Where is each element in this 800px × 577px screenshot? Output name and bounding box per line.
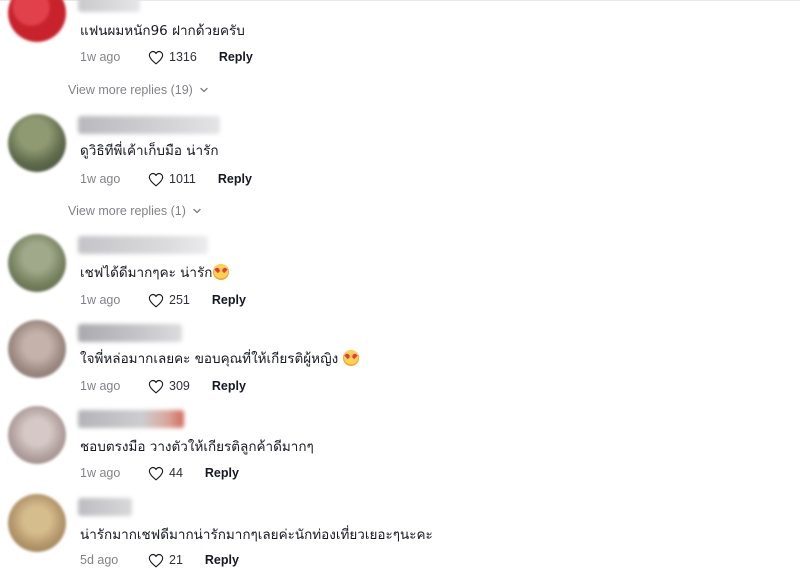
comment-meta: 5d ago 21 Reply bbox=[80, 551, 239, 569]
comment-text: แฟนผมหนัก96 ฝากด้วยครับ bbox=[80, 23, 245, 39]
comment-text: ใจพี่หล่อมากเลยคะ ขอบคุณที่ให้เกียรติผู้… bbox=[80, 350, 360, 368]
like-count: 1316 bbox=[169, 50, 197, 64]
comment-text: ดูวิธิทีพี่เค้าเก็บมือ น่ารัก bbox=[80, 143, 219, 159]
avatar[interactable] bbox=[8, 234, 66, 292]
reply-button[interactable]: Reply bbox=[212, 293, 246, 307]
smiling-face-with-hearts-emoji bbox=[213, 264, 230, 280]
username-blurred[interactable] bbox=[78, 116, 220, 134]
comment-item: ใจพี่หล่อมากเลยคะ ขอบคุณที่ให้เกียรติผู้… bbox=[0, 320, 800, 400]
comment-meta: 1w ago 309 Reply bbox=[80, 377, 246, 395]
avatar[interactable] bbox=[8, 406, 66, 464]
like-count: 21 bbox=[169, 553, 183, 567]
chevron-down-icon bbox=[193, 208, 201, 214]
comment-text: น่ารักมากเชฟดีมากน่ารักมากๆเลยค่ะนักท่อง… bbox=[80, 527, 433, 543]
comment-text: ชอบตรงมือ วางตัวให้เกียรติลูกค้าดีมากๆ bbox=[80, 439, 314, 455]
like-button[interactable]: 44 bbox=[148, 466, 183, 481]
comment-item: ชอบตรงมือ วางตัวให้เกียรติลูกค้าดีมากๆ 1… bbox=[0, 406, 800, 488]
username-blurred[interactable] bbox=[78, 498, 132, 516]
comment-meta: 1w ago 44 Reply bbox=[80, 464, 239, 482]
reply-button[interactable]: Reply bbox=[205, 466, 239, 480]
comment-time: 1w ago bbox=[80, 50, 121, 64]
heart-outline-icon bbox=[148, 293, 164, 307]
comment-meta: 1w ago 1316 Reply bbox=[80, 48, 253, 66]
like-button[interactable]: 21 bbox=[148, 553, 183, 568]
like-count: 251 bbox=[169, 293, 190, 307]
comment-time: 5d ago bbox=[80, 553, 119, 567]
like-button[interactable]: 1316 bbox=[148, 50, 197, 65]
comment-time: 1w ago bbox=[80, 172, 121, 186]
avatar[interactable] bbox=[8, 114, 66, 172]
username-blurred[interactable] bbox=[78, 0, 140, 12]
comment-text-body: ใจพี่หล่อมากเลยคะ ขอบคุณที่ให้เกียรติผู้… bbox=[80, 351, 339, 367]
view-more-replies-button[interactable]: View more replies (1) bbox=[68, 204, 202, 218]
chevron-down-icon bbox=[200, 87, 208, 93]
avatar[interactable] bbox=[8, 320, 66, 378]
heart-outline-icon bbox=[148, 553, 164, 567]
comment-time: 1w ago bbox=[80, 466, 121, 480]
comment-item: เชฟได้ดีมากๆคะ น่ารัก 1w ago 251 Reply bbox=[0, 234, 800, 314]
comment-time: 1w ago bbox=[80, 293, 121, 307]
comment-item: น่ารักมากเชฟดีมากน่ารักมากๆเลยค่ะนักท่อง… bbox=[0, 494, 800, 574]
comment-item: แฟนผมหนัก96 ฝากด้วยครับ 1w ago 1316 Repl… bbox=[0, 0, 800, 110]
view-more-replies-button[interactable]: View more replies (19) bbox=[68, 83, 209, 97]
comment-item: ดูวิธิทีพี่เค้าเก็บมือ น่ารัก 1w ago 101… bbox=[0, 112, 800, 222]
username-blurred[interactable] bbox=[78, 324, 182, 342]
comment-meta: 1w ago 1011 Reply bbox=[80, 170, 252, 188]
like-button[interactable]: 251 bbox=[148, 293, 190, 308]
comment-text-body: เชฟได้ดีมากๆคะ น่ารัก bbox=[80, 265, 213, 281]
like-count: 44 bbox=[169, 466, 183, 480]
reply-button[interactable]: Reply bbox=[205, 553, 239, 567]
like-count: 309 bbox=[169, 379, 190, 393]
avatar[interactable] bbox=[8, 0, 66, 42]
comment-meta: 1w ago 251 Reply bbox=[80, 291, 246, 309]
view-more-replies-label: View more replies (19) bbox=[68, 83, 193, 97]
username-blurred[interactable] bbox=[78, 410, 184, 428]
like-button[interactable]: 1011 bbox=[148, 172, 196, 187]
username-blurred[interactable] bbox=[78, 236, 208, 254]
like-button[interactable]: 309 bbox=[148, 379, 190, 394]
comment-text: เชฟได้ดีมากๆคะ น่ารัก bbox=[80, 264, 230, 282]
heart-outline-icon bbox=[148, 379, 164, 393]
smiling-face-with-hearts-emoji bbox=[343, 350, 360, 366]
comment-time: 1w ago bbox=[80, 379, 121, 393]
heart-outline-icon bbox=[148, 466, 164, 480]
reply-button[interactable]: Reply bbox=[219, 50, 253, 64]
view-more-replies-label: View more replies (1) bbox=[68, 204, 186, 218]
heart-outline-icon bbox=[148, 50, 164, 64]
heart-outline-icon bbox=[148, 172, 164, 186]
like-count: 1011 bbox=[169, 172, 196, 186]
avatar[interactable] bbox=[8, 494, 66, 552]
reply-button[interactable]: Reply bbox=[218, 172, 252, 186]
reply-button[interactable]: Reply bbox=[212, 379, 246, 393]
